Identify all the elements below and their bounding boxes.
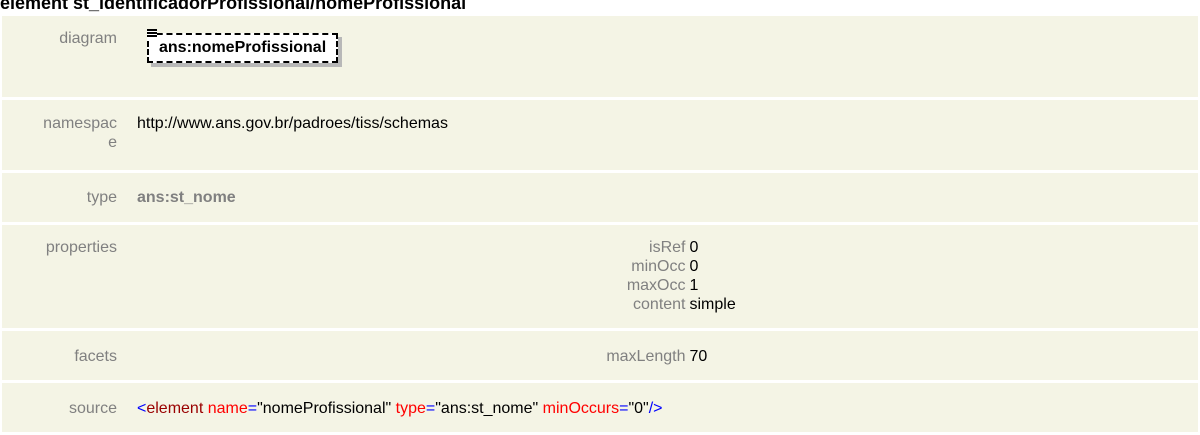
property-key: isRef bbox=[649, 239, 686, 256]
diagram-cell: ans:nomeProfissional bbox=[127, 16, 1198, 97]
xml-attr-value: "0" bbox=[628, 400, 649, 417]
properties-list: isRef 0 minOcc 0 maxOcc 1 content simple bbox=[137, 225, 1198, 314]
facets-row: facets maxLength 70 bbox=[2, 331, 1198, 380]
type-value-link[interactable]: ans:st_nome bbox=[137, 189, 236, 206]
property-value: simple bbox=[689, 296, 736, 313]
type-row: type ans:st_nome bbox=[2, 173, 1198, 222]
namespace-value: http://www.ans.gov.br/padroes/tiss/schem… bbox=[127, 100, 1198, 170]
facet-maxlength: maxLength 70 bbox=[137, 347, 1198, 366]
xml-equals: = bbox=[247, 400, 258, 417]
xml-attr-value: "ans:st_nome" bbox=[435, 400, 539, 417]
type-label: type bbox=[2, 173, 127, 222]
diagram-node-label: ans:nomeProfissional bbox=[159, 39, 327, 56]
source-row: source <element name="nomeProfissional" … bbox=[2, 383, 1198, 432]
property-value: 1 bbox=[689, 277, 699, 294]
xml-attr-name: minOccurs bbox=[542, 400, 620, 417]
type-cell: ans:st_nome bbox=[127, 173, 1198, 222]
xml-equals: = bbox=[425, 400, 436, 417]
property-maxocc: maxOcc 1 bbox=[137, 276, 1198, 295]
xml-close-bracket: /> bbox=[648, 400, 663, 417]
property-key: maxOcc bbox=[626, 277, 686, 294]
properties-label: properties bbox=[2, 225, 127, 328]
diagram-label: diagram bbox=[2, 16, 127, 97]
diagram-row: diagram ans:nomeProfissional bbox=[2, 16, 1198, 97]
xml-attr-name: type bbox=[395, 400, 426, 417]
facet-value: 70 bbox=[689, 348, 708, 365]
property-isref: isRef 0 bbox=[137, 238, 1198, 257]
xml-tag-name: element bbox=[146, 400, 204, 417]
facets-label: facets bbox=[2, 331, 127, 380]
properties-cell: isRef 0 minOcc 0 maxOcc 1 content simple bbox=[127, 225, 1198, 328]
xml-attr-value: "nomeProfissional" bbox=[257, 400, 392, 417]
schema-doc-table: diagram ans:nomeProfissional namespac e … bbox=[2, 13, 1198, 435]
source-label: source bbox=[2, 383, 127, 432]
facets-cell: maxLength 70 bbox=[127, 331, 1198, 380]
properties-row: properties isRef 0 minOcc 0 maxOcc 1 conten… bbox=[2, 225, 1198, 328]
facet-key: maxLength bbox=[606, 348, 686, 365]
property-value: 0 bbox=[689, 258, 699, 275]
namespace-label-line1: namespac bbox=[43, 115, 117, 132]
element-list-icon bbox=[147, 29, 157, 39]
property-value: 0 bbox=[689, 239, 699, 256]
property-key: minOcc bbox=[631, 258, 686, 275]
property-key: content bbox=[633, 296, 686, 313]
namespace-label-line2: e bbox=[108, 134, 117, 151]
property-content: content simple bbox=[137, 295, 1198, 314]
xml-attr-name: name bbox=[207, 400, 248, 417]
xml-open-bracket: < bbox=[137, 400, 147, 417]
namespace-label: namespac e bbox=[2, 100, 127, 170]
diagram-node[interactable]: ans:nomeProfissional bbox=[147, 29, 339, 63]
namespace-row: namespac e http://www.ans.gov.br/padroes… bbox=[2, 100, 1198, 170]
property-minocc: minOcc 0 bbox=[137, 257, 1198, 276]
source-code: <element name="nomeProfissional" type="a… bbox=[127, 383, 1198, 432]
